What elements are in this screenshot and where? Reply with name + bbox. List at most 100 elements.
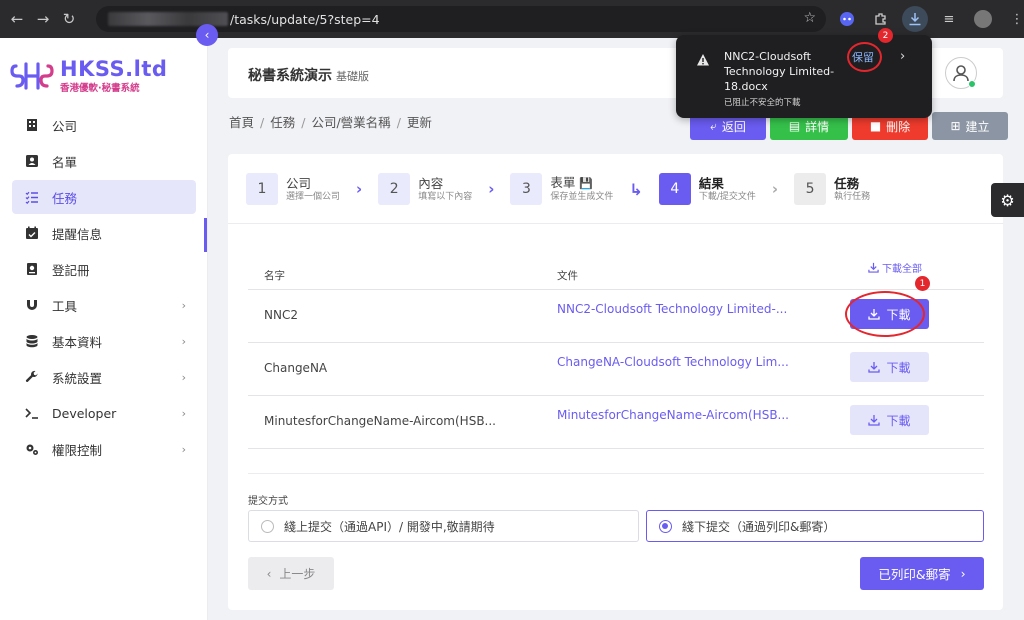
terminal-icon <box>24 405 40 421</box>
forward-arrow-icon[interactable]: → <box>30 6 56 32</box>
wrench-icon <box>24 369 40 385</box>
sidebar: HKSS.ltd 香港優軟·秘書系統 公司 名單 任務 提醒信息 登記冊 工具 … <box>0 38 208 620</box>
logo[interactable]: HKSS.ltd 香港優軟·秘書系統 <box>10 58 167 94</box>
row-name: ChangeNA <box>264 361 328 375</box>
corner-arrow-icon: ↳ <box>629 179 643 199</box>
sidebar-item-label: 系統設置 <box>52 370 103 386</box>
breadcrumb-company-name[interactable]: 公司/營業名稱 <box>311 115 390 130</box>
step-4[interactable]: 4 結果 下載/提交文件 <box>658 173 756 205</box>
sidebar-item-register[interactable]: 登記冊 <box>12 252 196 286</box>
sidebar-menu: 公司 名單 任務 提醒信息 登記冊 工具 › 基本資料 › 系統設置 › Dev… <box>12 108 196 468</box>
printed-mailed-button[interactable]: 已列印&郵寄 › <box>860 557 984 590</box>
prev-step-button[interactable]: ‹ 上一步 <box>248 557 334 590</box>
chevron-left-icon: ‹ <box>266 566 272 581</box>
sidebar-item-label: 公司 <box>52 118 78 134</box>
documents-table: 名字 文件 下載全部 1 NNC2 NNC2-Cloudsoft Technol… <box>248 252 984 449</box>
bookmark-star-icon[interactable]: ☆ <box>803 10 816 26</box>
row-file-link[interactable]: ChangeNA-Cloudsoft Technology Lim... <box>557 355 789 369</box>
download-filename: NNC2-Cloudsoft Technology Limited-18.doc… <box>724 50 835 93</box>
magnet-icon <box>24 297 40 313</box>
download-bubble: NNC2-Cloudsoft Technology Limited-18.doc… <box>676 28 932 118</box>
chevron-right-icon: › <box>960 566 966 581</box>
sidebar-item-label: 基本資料 <box>52 334 103 350</box>
sidebar-item-label: 任務 <box>52 190 78 206</box>
user-avatar[interactable] <box>945 57 977 89</box>
database-icon <box>24 333 40 349</box>
sidebar-item-company[interactable]: 公司 <box>12 108 196 142</box>
breadcrumb-home[interactable]: 首頁 <box>229 115 254 130</box>
gear-icon: ⚙ <box>1000 190 1015 210</box>
logo-mark-icon <box>10 62 54 90</box>
sidebar-item-basic-data[interactable]: 基本資料 › <box>12 324 196 358</box>
sidebar-item-contacts[interactable]: 名單 <box>12 144 196 178</box>
divider <box>228 223 1003 224</box>
reply-arrow-icon: ⤶ <box>710 118 717 133</box>
sidebar-item-label: 名單 <box>52 154 78 170</box>
chevron-right-icon: › <box>771 180 779 198</box>
chevron-right-icon[interactable]: › <box>900 49 905 64</box>
download-button[interactable]: 下載 <box>850 352 929 382</box>
task-list-icon <box>24 189 40 205</box>
step-1[interactable]: 1 公司 選擇一個公司 <box>246 173 340 205</box>
breadcrumb-tasks[interactable]: 任務 <box>270 115 295 130</box>
chevron-right-icon: › <box>181 298 186 312</box>
browser-toolbar: ← → ↻ /tasks/update/5?step=4 ☆ ≡ ⋮ <box>0 0 1024 38</box>
app-title: 秘書系統演示 <box>248 68 332 84</box>
breadcrumb-update: 更新 <box>406 115 432 130</box>
table-row: NNC2 NNC2-Cloudsoft Technology Limited-.… <box>248 290 984 343</box>
sidebar-item-permissions[interactable]: 權限控制 › <box>12 432 196 466</box>
calendar-check-icon <box>24 225 40 241</box>
contact-card-icon <box>24 153 40 169</box>
table-row: ChangeNA ChangeNA-Cloudsoft Technology L… <box>248 343 984 396</box>
row-file-link[interactable]: NNC2-Cloudsoft Technology Limited-... <box>557 302 787 316</box>
chevron-right-icon: › <box>181 370 186 384</box>
sidebar-item-system-settings[interactable]: 系統設置 › <box>12 360 196 394</box>
annotation-circle <box>847 42 882 72</box>
sidebar-item-tasks[interactable]: 任務 <box>12 180 196 214</box>
radio-online[interactable] <box>261 519 274 533</box>
download-button[interactable]: 下載 <box>850 405 929 435</box>
sidebar-item-label: Developer <box>52 405 117 421</box>
annotation-badge: 2 <box>878 28 893 43</box>
back-arrow-icon[interactable]: ← <box>4 6 30 32</box>
extension-ghost-icon[interactable] <box>834 6 860 32</box>
step-2[interactable]: 2 內容 填寫以下內容 <box>378 173 472 205</box>
gears-icon <box>24 441 40 457</box>
column-header-file: 文件 <box>557 270 578 282</box>
kebab-menu-icon[interactable]: ⋮ <box>1004 6 1024 32</box>
chevron-right-icon: › <box>356 180 363 198</box>
settings-gear-button[interactable]: ⚙ <box>991 183 1024 217</box>
downloads-icon[interactable] <box>902 6 928 32</box>
radio-offline[interactable] <box>659 519 672 533</box>
reading-list-icon[interactable]: ≡ <box>936 6 962 32</box>
row-name: MinutesforChangeName-Aircom(HSB... <box>264 414 496 428</box>
breadcrumb: 首頁 / 任務 / 公司/營業名稱 / 更新 <box>229 115 432 130</box>
sidebar-item-label: 提醒信息 <box>52 226 103 242</box>
trash-icon: ■ <box>869 119 882 133</box>
profile-avatar[interactable] <box>970 6 996 32</box>
sidebar-collapse-button[interactable]: ‹ <box>196 24 218 46</box>
reload-icon[interactable]: ↻ <box>56 6 82 32</box>
row-file-link[interactable]: MinutesforChangeName-Aircom(HSB... <box>557 408 789 422</box>
sidebar-item-tools[interactable]: 工具 › <box>12 288 196 322</box>
logo-subtitle: 香港優軟·秘書系統 <box>60 83 140 94</box>
download-icon <box>868 362 881 373</box>
chevron-right-icon: › <box>181 406 186 420</box>
plus-square-icon: ⊞ <box>950 119 961 133</box>
step-5[interactable]: 5 任務 執行任務 <box>794 173 870 205</box>
chevron-right-icon: › <box>488 180 495 198</box>
download-all-link[interactable]: 下載全部 <box>868 260 922 275</box>
submit-online-option[interactable]: 綫上提交（通過API）/ 開發中,敬請期待 <box>248 510 639 542</box>
row-name: NNC2 <box>264 308 298 322</box>
sidebar-item-label: 登記冊 <box>52 262 90 278</box>
step-3[interactable]: 3 表單 💾 保存並生成文件 <box>510 173 613 205</box>
active-indicator <box>204 218 207 252</box>
register-book-icon <box>24 261 40 277</box>
submit-offline-option[interactable]: 綫下提交（通過列印&郵寄） <box>646 510 984 542</box>
table-header: 名字 文件 下載全部 1 <box>248 252 984 291</box>
create-button[interactable]: ⊞ 建立 <box>932 112 1008 140</box>
user-icon <box>953 65 969 82</box>
sidebar-item-reminders[interactable]: 提醒信息 <box>12 216 196 250</box>
sidebar-item-developer[interactable]: Developer › <box>12 396 196 430</box>
url-text: /tasks/update/5?step=4 <box>230 11 380 27</box>
